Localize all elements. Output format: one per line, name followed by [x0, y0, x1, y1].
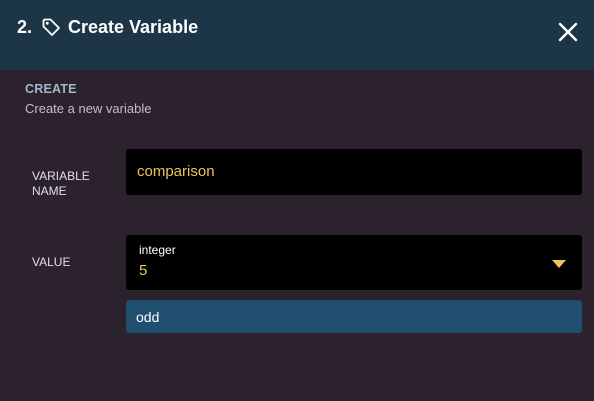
close-icon[interactable]: [556, 20, 580, 44]
chevron-down-icon: [552, 260, 566, 268]
option-label: odd: [136, 309, 160, 325]
value-number: 5: [139, 262, 148, 279]
variable-name-input[interactable]: comparison: [126, 149, 582, 195]
section-title: CREATE: [25, 82, 77, 96]
step-number: 2.: [17, 17, 33, 37]
section-subtitle: Create a new variable: [25, 101, 152, 116]
modal-title: Create Variable: [68, 17, 199, 37]
tag-icon: [42, 18, 60, 36]
value-label: VALUE: [32, 255, 71, 269]
variable-name-value: comparison: [137, 163, 215, 180]
value-type-label: integer: [139, 243, 176, 257]
modal-header: 2. Create Variable: [0, 0, 594, 70]
value-type-select[interactable]: integer 5: [126, 235, 582, 290]
option-odd[interactable]: odd: [126, 300, 582, 333]
variable-name-label: VARIABLE NAME: [32, 169, 90, 198]
